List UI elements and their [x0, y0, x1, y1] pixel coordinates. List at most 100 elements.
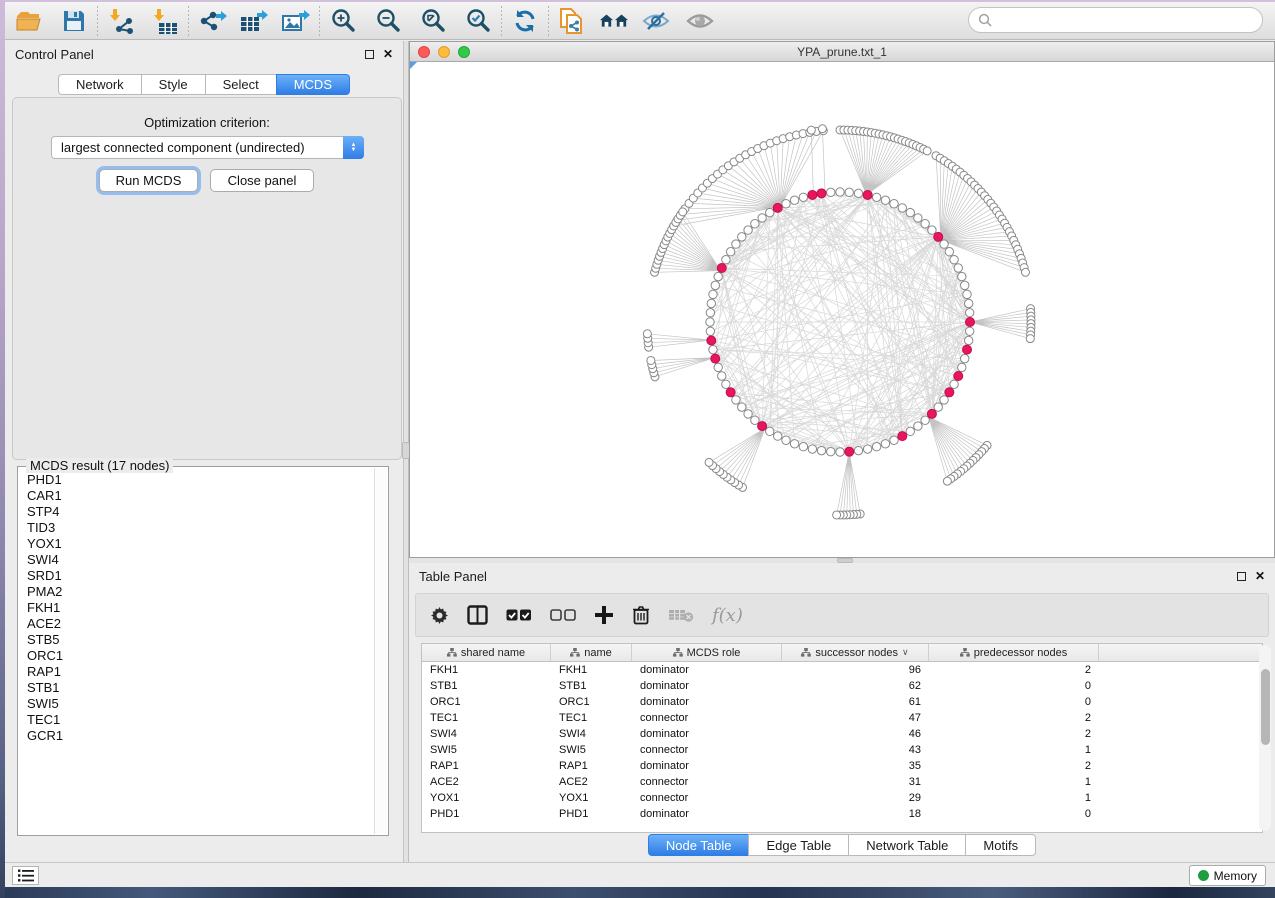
network-node[interactable]	[773, 432, 781, 440]
leaf-node[interactable]	[943, 477, 951, 485]
mcds-hub-node[interactable]	[963, 345, 972, 354]
table-cell[interactable]: SWI4	[551, 726, 632, 742]
table-cell[interactable]: 29	[782, 790, 929, 806]
network-node[interactable]	[906, 427, 914, 435]
table-cell[interactable]: TEC1	[422, 710, 551, 726]
split-columns-icon[interactable]	[467, 605, 488, 625]
table-cell[interactable]: 0	[929, 694, 1099, 710]
mcds-hub-node[interactable]	[945, 388, 954, 397]
scrollbar-thumb[interactable]	[1261, 669, 1270, 745]
table-cell[interactable]: SWI5	[422, 742, 551, 758]
column-header-successor-nodes[interactable]: successor nodes∨	[782, 644, 929, 662]
table-cell[interactable]: dominator	[632, 694, 782, 710]
network-node[interactable]	[945, 248, 953, 256]
hide-selected-icon[interactable]	[641, 6, 671, 36]
export-network-icon[interactable]	[197, 6, 227, 36]
tab-mcds[interactable]: MCDS	[276, 74, 350, 95]
column-header-MCDS-role[interactable]: MCDS role	[632, 644, 782, 662]
network-node[interactable]	[706, 318, 714, 326]
leaf-node[interactable]	[705, 458, 713, 466]
show-all-icon[interactable]	[685, 6, 715, 36]
mcds-result-item[interactable]: SRD1	[27, 568, 371, 584]
mcds-hub-node[interactable]	[927, 409, 936, 418]
network-node[interactable]	[954, 264, 962, 272]
memory-button[interactable]: Memory	[1189, 865, 1266, 886]
table-settings-icon[interactable]	[430, 606, 449, 625]
zoom-selected-icon[interactable]	[463, 6, 493, 36]
table-cell[interactable]: 1	[929, 774, 1099, 790]
network-node[interactable]	[790, 196, 798, 204]
network-node[interactable]	[799, 443, 807, 451]
mcds-hub-node[interactable]	[817, 189, 826, 198]
network-node[interactable]	[709, 345, 717, 353]
mcds-hub-node[interactable]	[863, 190, 872, 199]
network-node[interactable]	[738, 233, 746, 241]
table-cell[interactable]: 2	[929, 758, 1099, 774]
close-panel-button[interactable]: Close panel	[210, 169, 314, 192]
table-cell[interactable]: dominator	[632, 662, 782, 678]
table-cell[interactable]: 2	[929, 662, 1099, 678]
delete-row-icon[interactable]	[632, 605, 650, 625]
network-node[interactable]	[921, 416, 929, 424]
table-cell[interactable]: connector	[632, 710, 782, 726]
mcds-result-item[interactable]: ACE2	[27, 616, 371, 632]
deselect-all-icon[interactable]	[550, 609, 576, 622]
mcds-hub-node[interactable]	[773, 203, 782, 212]
mcds-result-list[interactable]: PHD1CAR1STP4TID3YOX1SWI4SRD1PMA2FKH1ACE2…	[19, 472, 371, 834]
mcds-hub-node[interactable]	[954, 372, 963, 381]
tab-edge-table[interactable]: Edge Table	[748, 834, 848, 856]
table-row[interactable]: TEC1TEC1connector472	[422, 710, 1262, 726]
mcds-result-item[interactable]: STP4	[27, 504, 371, 520]
network-node[interactable]	[711, 281, 719, 289]
table-row[interactable]: RAP1RAP1dominator352	[422, 758, 1262, 774]
network-node[interactable]	[940, 240, 948, 248]
first-neighbors-icon[interactable]	[599, 6, 629, 36]
mcds-hub-node[interactable]	[726, 388, 735, 397]
table-cell[interactable]: 0	[929, 806, 1099, 822]
network-node[interactable]	[790, 440, 798, 448]
mcds-result-scrollbar[interactable]	[374, 468, 387, 834]
table-cell[interactable]: 0	[929, 678, 1099, 694]
table-cell[interactable]: YOX1	[422, 790, 551, 806]
network-node[interactable]	[766, 208, 774, 216]
table-cell[interactable]: YOX1	[551, 790, 632, 806]
network-node[interactable]	[799, 193, 807, 201]
mcds-hub-node[interactable]	[845, 447, 854, 456]
close-panel-icon[interactable]: ✕	[383, 50, 393, 59]
save-session-icon[interactable]	[59, 6, 89, 36]
network-node[interactable]	[906, 208, 914, 216]
mcds-result-item[interactable]: PHD1	[27, 472, 371, 488]
zoom-in-icon[interactable]	[328, 6, 358, 36]
network-node[interactable]	[782, 436, 790, 444]
network-window-titlebar[interactable]: YPA_prune.txt_1	[410, 42, 1274, 62]
mcds-hub-node[interactable]	[758, 422, 767, 431]
leaf-node[interactable]	[923, 147, 931, 155]
mcds-result-item[interactable]: STB1	[27, 680, 371, 696]
network-node[interactable]	[890, 200, 898, 208]
network-node[interactable]	[963, 290, 971, 298]
network-node[interactable]	[872, 443, 880, 451]
table-row[interactable]: PHD1PHD1dominator180	[422, 806, 1262, 822]
network-node[interactable]	[782, 200, 790, 208]
network-node[interactable]	[722, 380, 730, 388]
table-cell[interactable]: FKH1	[551, 662, 632, 678]
tab-network-table[interactable]: Network Table	[848, 834, 965, 856]
network-node[interactable]	[940, 396, 948, 404]
network-node[interactable]	[914, 214, 922, 222]
network-node[interactable]	[958, 363, 966, 371]
import-network-icon[interactable]	[106, 6, 136, 36]
column-header-predecessor-nodes[interactable]: predecessor nodes	[929, 644, 1099, 662]
mcds-result-item[interactable]: RAP1	[27, 664, 371, 680]
mcds-result-item[interactable]: FKH1	[27, 600, 371, 616]
network-node[interactable]	[854, 189, 862, 197]
table-scrollbar[interactable]	[1259, 645, 1271, 831]
mcds-hub-node[interactable]	[966, 318, 975, 327]
network-node[interactable]	[751, 220, 759, 228]
network-node[interactable]	[714, 363, 722, 371]
network-node[interactable]	[808, 445, 816, 453]
table-body[interactable]: FKH1FKH1dominator962STB1STB1dominator620…	[422, 662, 1262, 822]
table-cell[interactable]: 18	[782, 806, 929, 822]
leaf-node[interactable]	[818, 125, 826, 133]
network-node[interactable]	[738, 403, 746, 411]
network-node[interactable]	[898, 204, 906, 212]
